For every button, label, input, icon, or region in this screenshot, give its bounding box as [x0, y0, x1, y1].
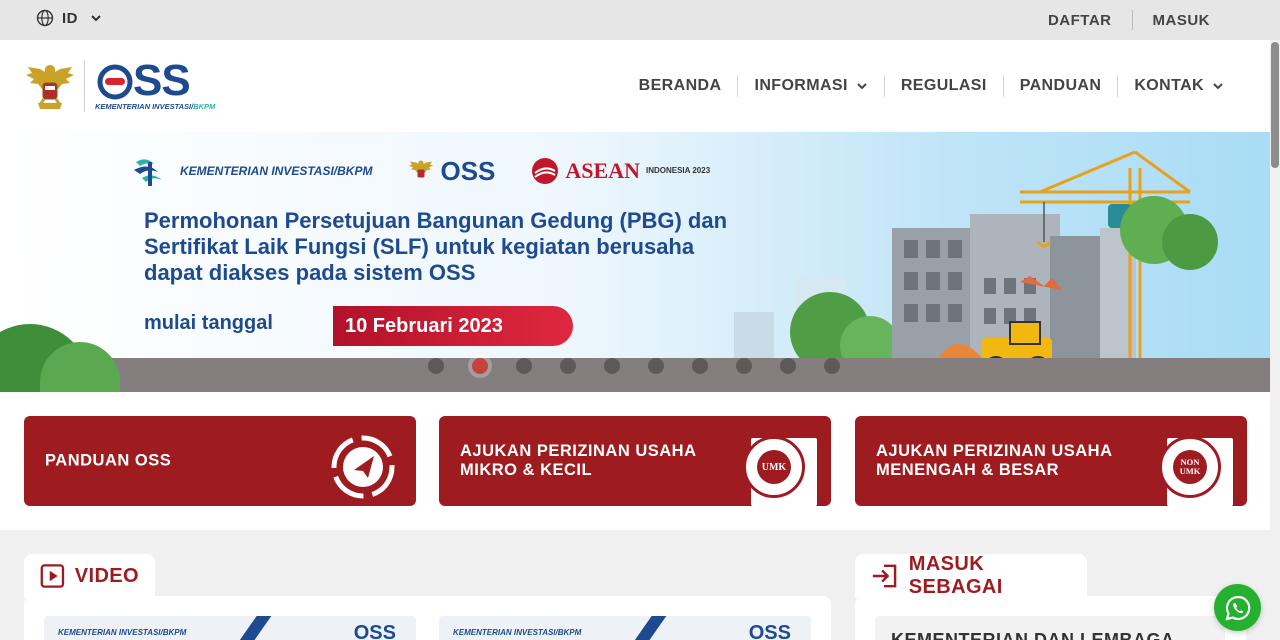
nav-item-panduan[interactable]: PANDUAN: [1004, 77, 1118, 95]
thumbnail-stripe: [622, 616, 668, 640]
thumbnail-kementerian-text: KEMENTERIAN INVESTASI/BKPM: [58, 628, 187, 637]
carousel-dot[interactable]: [472, 358, 488, 374]
top-bar: ID DAFTAR MASUK: [0, 0, 1280, 40]
garuda-emblem-icon: [409, 160, 434, 178]
login-as-panel: KEMENTERIAN DAN LEMBAGA: [855, 596, 1246, 640]
banner-headline: Permohonan Persetujuan Bangunan Gedung (…: [144, 208, 728, 285]
section-title: MASUK SEBAGAI: [908, 553, 1003, 598]
oss-logo: SS KEMENTERIAN INVESTASI/BKPM: [95, 56, 215, 114]
banner-oss-logo: OSS: [408, 156, 495, 187]
umk-seal-icon: UMK: [743, 436, 805, 498]
logo-divider: [84, 60, 85, 112]
compass-icon: [331, 435, 395, 499]
thumbnail-kementerian-text: KEMENTERIAN INVESTASI/BKPM: [453, 628, 582, 637]
language-label: ID: [62, 9, 78, 27]
chevron-down-icon: [857, 83, 867, 90]
oss-logo-text: SS: [133, 56, 191, 105]
nav-item-informasi[interactable]: INFORMASI: [738, 77, 883, 95]
carousel-dot[interactable]: [604, 358, 620, 374]
panduan-oss-card[interactable]: PANDUAN OSS: [24, 416, 416, 506]
chevron-down-icon: [1213, 83, 1223, 90]
carousel-dot[interactable]: [780, 358, 796, 374]
carousel-dot[interactable]: [516, 358, 532, 374]
kementerian-leaf-icon: [134, 159, 162, 186]
page-scrollbar-thumb[interactable]: [1271, 42, 1279, 168]
carousel-dot[interactable]: [648, 358, 664, 374]
oss-logo-subtitle: KEMENTERIAN INVESTASI/BKPM: [95, 102, 216, 111]
site-logo[interactable]: SS KEMENTERIAN INVESTASI/BKPM: [24, 56, 215, 114]
sign-in-icon: [872, 564, 897, 588]
carousel-dot[interactable]: [428, 358, 444, 374]
language-selector[interactable]: ID: [36, 9, 102, 27]
non-umk-permit-card[interactable]: AJUKAN PERIZINAN USAHA MENENGAH & BESAR …: [855, 416, 1247, 506]
login-option-label: KEMENTERIAN DAN LEMBAGA: [891, 630, 1175, 640]
register-link[interactable]: DAFTAR: [1028, 12, 1132, 29]
asean-logo: ASEAN INDONESIA 2023: [531, 157, 710, 185]
seal-label: UMK: [757, 450, 791, 484]
main-nav: BERANDA INFORMASI REGULASI PANDUAN KONTA…: [623, 40, 1240, 132]
main-header: SS KEMENTERIAN INVESTASI/BKPM BERANDA IN…: [0, 40, 1280, 132]
carousel-dot[interactable]: [560, 358, 576, 374]
video-thumbnail[interactable]: KEMENTERIAN INVESTASI/BKPM OSS: [439, 616, 811, 640]
login-link[interactable]: MASUK: [1133, 12, 1231, 29]
carousel-dot[interactable]: [692, 358, 708, 374]
quick-actions: PANDUAN OSS AJUKAN PERIZINAN USAHA MIKRO…: [0, 392, 1270, 530]
nav-item-beranda[interactable]: BERANDA: [623, 77, 738, 95]
play-video-icon: [40, 564, 65, 588]
globe-icon: [36, 9, 54, 27]
hero-banner-slide[interactable]: KEMENTERIAN INVESTASI/BKPM OSS ASEAN IND…: [0, 132, 1270, 392]
oss-ring-icon: [97, 64, 133, 100]
carousel-dot[interactable]: [736, 358, 752, 374]
umk-permit-card[interactable]: AJUKAN PERIZINAN USAHA MIKRO & KECIL UMK: [439, 416, 831, 506]
garuda-emblem-icon: [26, 65, 74, 109]
video-section-tab: VIDEO: [24, 554, 155, 598]
card-label: AJUKAN PERIZINAN USAHA MIKRO & KECIL: [460, 442, 696, 479]
section-title: VIDEO: [74, 564, 139, 587]
asean-emblem-icon: [532, 158, 559, 184]
whatsapp-icon: [1224, 595, 1250, 621]
banner-date: 10 Februari 2023: [333, 306, 573, 346]
construction-illustration: [734, 150, 1218, 380]
thumbnail-oss-text: OSS: [748, 622, 791, 640]
whatsapp-chat-button[interactable]: [1214, 584, 1261, 631]
login-as-section-tab: MASUK SEBAGAI: [855, 553, 1087, 598]
carousel-indicators: [428, 358, 840, 374]
chevron-down-icon: [91, 15, 101, 22]
seal-label: NON UMK: [1173, 450, 1207, 484]
banner-date-prefix: mulai tanggal: [144, 312, 273, 334]
nav-item-regulasi[interactable]: REGULASI: [885, 77, 1003, 95]
nav-item-kontak[interactable]: KONTAK: [1118, 77, 1240, 95]
thumbnail-oss-text: OSS: [353, 622, 396, 640]
thumbnail-stripe: [227, 616, 273, 640]
card-label: AJUKAN PERIZINAN USAHA MENENGAH & BESAR: [876, 442, 1112, 479]
kementerian-logo: KEMENTERIAN INVESTASI/BKPM: [132, 154, 372, 188]
login-option-kementerian[interactable]: KEMENTERIAN DAN LEMBAGA: [875, 616, 1225, 640]
banner-logos: KEMENTERIAN INVESTASI/BKPM OSS ASEAN IND…: [132, 154, 710, 188]
video-panel: KEMENTERIAN INVESTASI/BKPM OSS KEMENTERI…: [24, 596, 831, 640]
carousel-dot[interactable]: [824, 358, 840, 374]
card-label: PANDUAN OSS: [45, 451, 172, 470]
video-thumbnail[interactable]: KEMENTERIAN INVESTASI/BKPM OSS: [44, 616, 416, 640]
non-umk-seal-icon: NON UMK: [1159, 436, 1221, 498]
